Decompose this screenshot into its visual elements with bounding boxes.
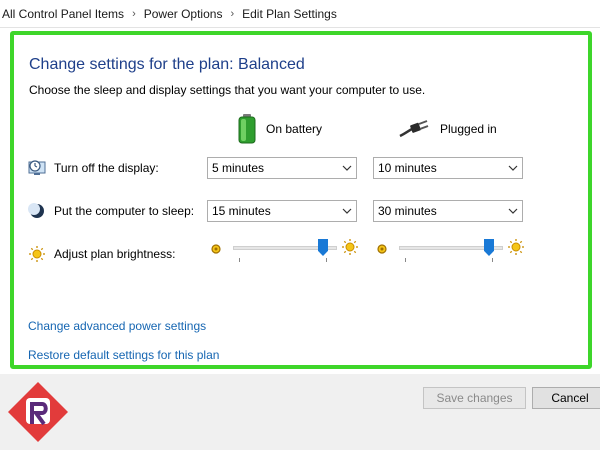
column-header-plugged-in: Plugged in: [398, 113, 497, 145]
slider-tick: [492, 258, 493, 262]
sleep-battery-value: 15 minutes: [212, 204, 271, 218]
slider-tick: [239, 258, 240, 262]
dim-sun-icon: [376, 242, 388, 260]
row-label-turn-off-display: Turn off the display:: [54, 161, 159, 175]
row-put-computer-to-sleep: Put the computer to sleep:: [28, 202, 194, 220]
sleep-plugged-value: 30 minutes: [378, 204, 437, 218]
plan-settings-panel: Change settings for the plan: Balanced C…: [10, 31, 592, 369]
watermark-logo: [6, 380, 70, 444]
battery-icon: [238, 114, 256, 144]
chevron-down-icon: [504, 165, 522, 171]
display-plugged-value: 10 minutes: [378, 161, 437, 175]
breadcrumb-separator-icon: ›: [132, 7, 136, 20]
bright-sun-icon: [507, 238, 525, 261]
slider-tick: [326, 258, 327, 262]
slider-thumb[interactable]: [484, 239, 494, 256]
display-battery-value: 5 minutes: [212, 161, 265, 175]
change-advanced-settings-link[interactable]: Change advanced power settings: [28, 319, 206, 333]
row-adjust-plan-brightness: Adjust plan brightness:: [28, 245, 175, 263]
page-subtitle: Choose the sleep and display settings th…: [29, 83, 426, 97]
sleep-plugged-select[interactable]: 30 minutes: [373, 200, 523, 222]
breadcrumb-item-edit-plan: Edit Plan Settings: [242, 6, 337, 21]
brightness-battery-slider[interactable]: [233, 237, 337, 262]
cancel-button[interactable]: Cancel: [532, 387, 600, 409]
save-changes-button[interactable]: Save changes: [423, 387, 526, 409]
footer-bar: [0, 374, 600, 450]
sun-icon: [28, 245, 46, 263]
column-label-on-battery: On battery: [266, 122, 323, 136]
moon-icon: [28, 202, 46, 220]
restore-defaults-link[interactable]: Restore default settings for this plan: [28, 348, 219, 362]
slider-tick: [405, 258, 406, 262]
column-header-on-battery: On battery: [238, 113, 322, 145]
chevron-down-icon: [504, 208, 522, 214]
slider-thumb[interactable]: [318, 239, 328, 256]
breadcrumb: All Control Panel Items › Power Options …: [0, 0, 600, 28]
row-turn-off-display: Turn off the display:: [28, 159, 159, 177]
display-battery-select[interactable]: 5 minutes: [207, 157, 357, 179]
breadcrumb-item-all-items[interactable]: All Control Panel Items: [2, 7, 124, 21]
bright-sun-icon: [341, 238, 359, 261]
chevron-down-icon: [338, 165, 356, 171]
monitor-clock-icon: [28, 159, 46, 177]
brightness-plugged-slider[interactable]: [399, 237, 503, 262]
power-plug-icon: [398, 119, 430, 139]
row-label-put-computer-to-sleep: Put the computer to sleep:: [54, 204, 195, 218]
dim-sun-icon: [210, 242, 222, 260]
column-label-plugged-in: Plugged in: [440, 122, 497, 136]
chevron-down-icon: [338, 208, 356, 214]
row-label-adjust-plan-brightness: Adjust plan brightness:: [54, 247, 176, 261]
display-plugged-select[interactable]: 10 minutes: [373, 157, 523, 179]
sleep-battery-select[interactable]: 15 minutes: [207, 200, 357, 222]
breadcrumb-separator-icon: ›: [230, 7, 235, 20]
page-title: Change settings for the plan: Balanced: [29, 56, 305, 73]
breadcrumb-item-power-options[interactable]: Power Options: [144, 7, 223, 21]
